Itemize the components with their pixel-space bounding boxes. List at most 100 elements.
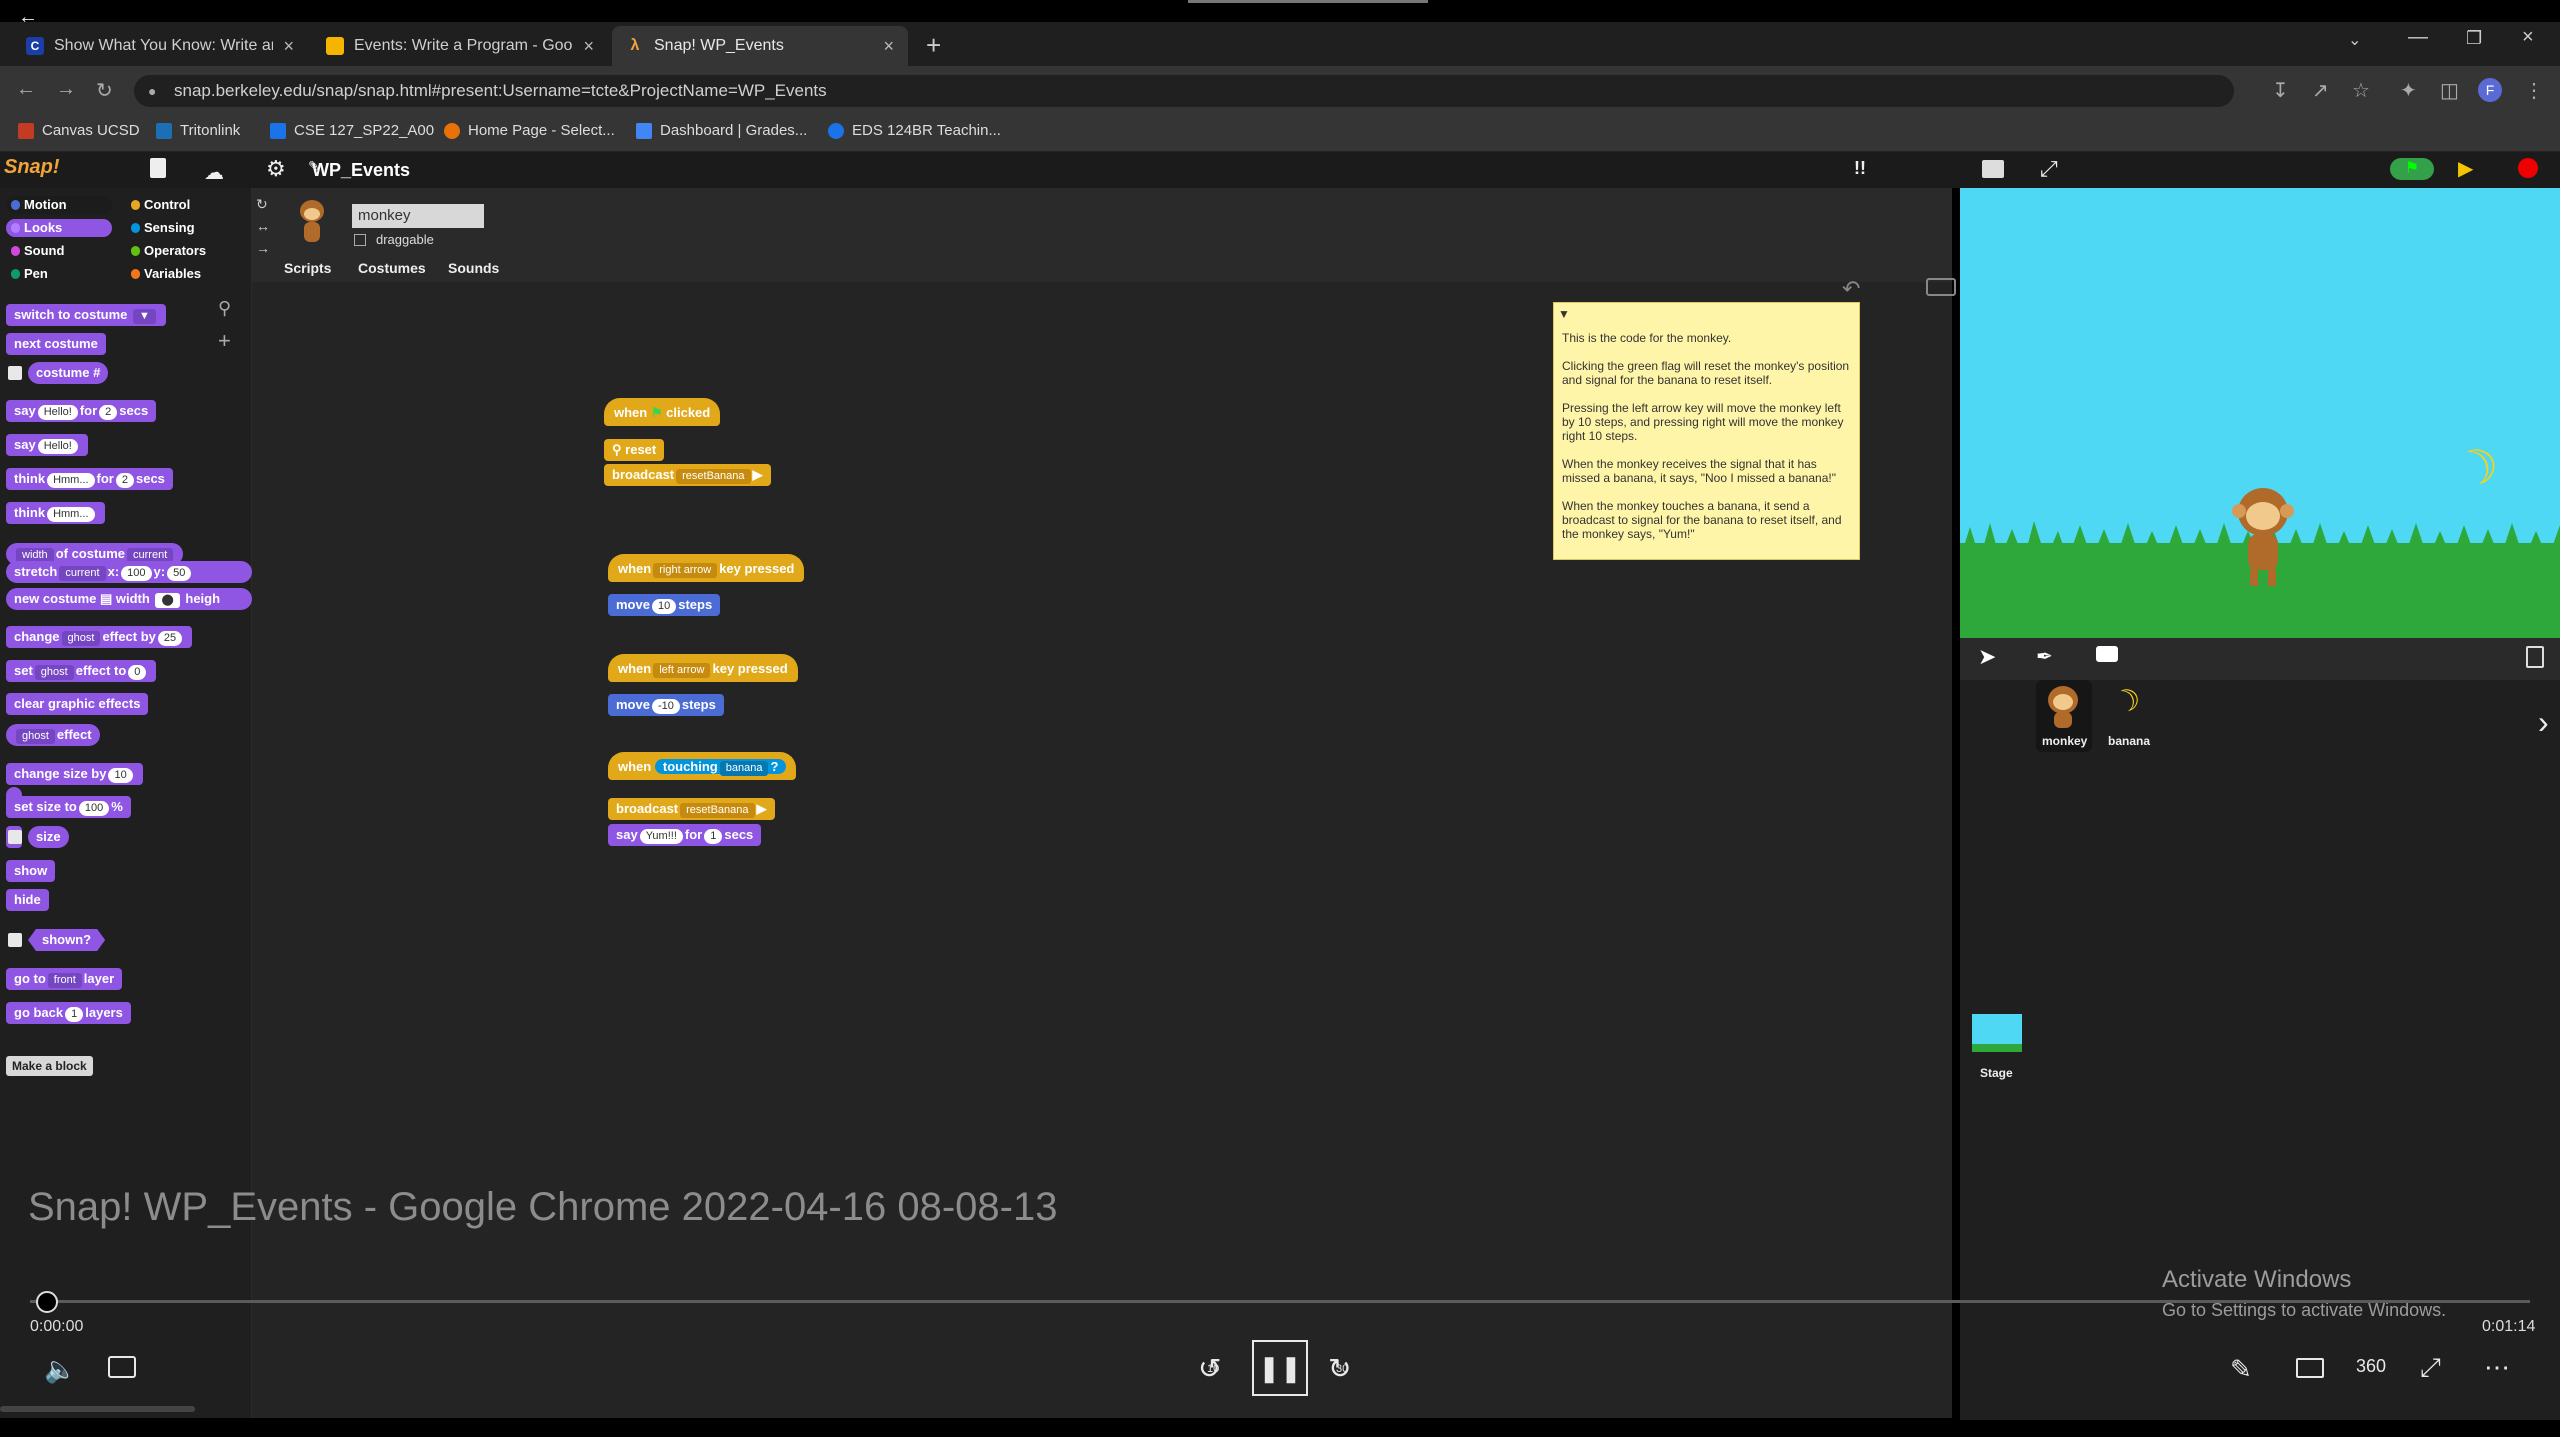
turtle-arrow-icon[interactable]: ➤ <box>1978 644 1996 670</box>
fullscreen-icon[interactable]: ⤢ <box>2040 156 2058 182</box>
tab-search-icon[interactable]: ⌄ <box>2348 30 2361 50</box>
block-change-size-by[interactable]: change size by 10 <box>6 763 143 785</box>
broadcast-reset-banana-block[interactable]: broadcast resetBanana ▶ <box>604 464 771 486</box>
block-go-back-layers[interactable]: go back 1 layers <box>6 1002 131 1024</box>
say-yum-block[interactable]: say Yum!!! for 1 secs <box>608 824 762 846</box>
sprite-name-field[interactable]: monkey <box>352 204 484 228</box>
corral-banana[interactable]: ☽ banana <box>2100 680 2156 752</box>
block-show[interactable]: show <box>6 860 56 882</box>
category-pen[interactable]: Pen <box>6 265 112 283</box>
paintbrush-icon[interactable]: ✒ <box>2036 644 2053 669</box>
category-motion[interactable]: Motion <box>6 196 112 214</box>
when-right-arrow-pressed-block[interactable]: when right arrow key pressed <box>608 554 805 582</box>
make-a-block-button[interactable]: Make a block <box>6 1056 93 1076</box>
bookmark-canvas[interactable]: Canvas UCSD <box>18 122 140 139</box>
category-variables[interactable]: Variables <box>126 265 236 283</box>
browser-tab-2[interactable]: Events: Write a Program - Googl × <box>312 26 608 66</box>
rotation-none-icon[interactable]: → <box>256 240 270 256</box>
block-go-to-layer[interactable]: go to front layer <box>6 968 123 990</box>
exit-fullscreen-icon[interactable]: ⤢ <box>2420 1352 2441 1384</box>
share-icon[interactable]: ↗ <box>2312 78 2329 103</box>
block-set-size-to[interactable]: set size to 100% <box>6 796 131 818</box>
category-looks[interactable]: Looks <box>6 219 112 237</box>
collapse-comment-icon[interactable]: ▼ <box>1558 307 1570 321</box>
volume-icon[interactable]: 🔈 <box>44 1354 76 1385</box>
more-options-icon[interactable]: ⋯ <box>2484 1352 2510 1383</box>
tab-scripts[interactable]: Scripts <box>284 260 331 276</box>
monkey-sprite[interactable] <box>2228 488 2298 588</box>
stage-size-icon[interactable] <box>1982 160 2004 178</box>
skip-back-icon[interactable]: ↺ 10 <box>1198 1352 1221 1385</box>
move-minus-10-steps-block[interactable]: move -10 steps <box>608 694 724 716</box>
captions-icon[interactable] <box>108 1356 136 1378</box>
stage-thumbnail[interactable] <box>1972 1014 2022 1052</box>
block-set-effect-to[interactable]: set ghost effect to 0 <box>6 660 157 682</box>
block-next-costume[interactable]: next costume <box>6 333 106 355</box>
block-think-for-secs[interactable]: think Hmm... for 2 secs <box>6 468 173 490</box>
close-tab-icon[interactable]: × <box>583 36 594 57</box>
bookmark-eds124br[interactable]: EDS 124BR Teachin... <box>828 122 1001 139</box>
menu-icon[interactable]: ⋮ <box>2524 78 2544 103</box>
turbo-icon[interactable]: !! <box>1854 158 1866 179</box>
block-stretch[interactable]: stretch current x: 100 y: 50 <box>6 561 252 583</box>
keyboard-icon[interactable] <box>1926 278 1956 296</box>
360-view-icon[interactable]: 360 <box>2356 1356 2386 1377</box>
close-window-button[interactable]: × <box>2522 26 2534 49</box>
back-icon[interactable]: ← <box>16 78 36 101</box>
reload-icon[interactable]: ↻ <box>96 78 113 103</box>
seek-knob[interactable] <box>36 1291 58 1313</box>
cloud-icon[interactable]: ☁ <box>204 160 224 185</box>
mini-player-icon[interactable] <box>2296 1358 2324 1378</box>
skip-forward-icon[interactable]: ↻ 30 <box>1328 1352 1351 1385</box>
palette-plus-icon[interactable]: + <box>218 328 231 354</box>
category-operators[interactable]: Operators <box>126 242 236 260</box>
block-change-effect-by[interactable]: change ghost effect by 25 <box>6 626 193 648</box>
pause-playback-button[interactable]: ❚❚ <box>1252 1340 1308 1396</box>
browser-tab-1[interactable]: C Show What You Know: Write and × <box>12 26 308 66</box>
banana-sprite[interactable]: ☽ <box>2448 434 2508 501</box>
block-say[interactable]: say Hello! <box>6 434 88 456</box>
install-icon[interactable]: ↧ <box>2272 78 2289 103</box>
block-size[interactable]: size <box>28 826 69 848</box>
draggable-checkbox[interactable] <box>354 234 366 246</box>
file-menu-icon[interactable] <box>150 158 166 178</box>
block-costume-number[interactable]: costume # <box>28 362 109 384</box>
bookmark-tritonlink[interactable]: Tritonlink <box>156 122 240 139</box>
bookmark-dashboard[interactable]: Dashboard | Grades... <box>636 122 807 139</box>
size-checkbox[interactable] <box>8 830 22 844</box>
snap-logo[interactable]: Snap! <box>4 156 60 179</box>
stop-button[interactable] <box>2518 158 2538 178</box>
edit-pencil-icon[interactable]: ✎ <box>2230 1354 2252 1385</box>
block-think[interactable]: think Hmm... <box>6 502 105 524</box>
broadcast-reset-banana-block-2[interactable]: broadcast resetBanana ▶ <box>608 798 775 820</box>
shown-checkbox[interactable] <box>8 933 22 947</box>
category-sensing[interactable]: Sensing <box>126 219 236 237</box>
block-new-costume[interactable]: new costume ▤ width ⬤ heigh <box>6 588 252 610</box>
side-panel-icon[interactable]: ◫ <box>2440 78 2459 103</box>
reset-block[interactable]: ⚲ reset <box>604 439 665 461</box>
undo-icon[interactable]: ↶ <box>1842 276 1860 302</box>
extensions-icon[interactable]: ✦ <box>2400 78 2417 103</box>
script-comment[interactable]: ▼ This is the code for the monkey. Click… <box>1553 302 1860 560</box>
when-touching-banana-block[interactable]: when touching banana? <box>608 752 797 780</box>
pause-button[interactable]: ▶ <box>2458 156 2473 181</box>
close-tab-icon[interactable]: × <box>283 36 294 57</box>
block-switch-to-costume[interactable]: switch to costume ▼ <box>6 304 166 326</box>
settings-gear-icon[interactable]: ⚙ <box>266 156 286 182</box>
bookmark-home-page[interactable]: Home Page - Select... <box>444 122 615 139</box>
bookmark-star-icon[interactable]: ☆ <box>2352 78 2370 103</box>
block-shown[interactable]: shown? <box>28 929 105 951</box>
stage[interactable]: ☽ <box>1960 188 2560 638</box>
browser-tab-3[interactable]: λ Snap! WP_Events × <box>612 26 908 66</box>
address-bar[interactable]: ● snap.berkeley.edu/snap/snap.html#prese… <box>134 75 2234 107</box>
seek-bar[interactable] <box>30 1300 2530 1303</box>
new-tab-button[interactable]: + <box>926 30 941 61</box>
bookmark-cse127[interactable]: CSE 127_SP22_A00 <box>270 122 434 139</box>
block-say-for-secs[interactable]: say Hello! for 2 secs <box>6 400 157 422</box>
when-flag-clicked-block[interactable]: when ⚑ clicked <box>604 398 721 426</box>
block-hide[interactable]: hide <box>6 889 49 911</box>
block-clear-graphic-effects[interactable]: clear graphic effects <box>6 693 149 715</box>
trash-icon[interactable] <box>2526 646 2544 668</box>
category-control[interactable]: Control <box>126 196 236 214</box>
rotation-style-icon[interactable]: ↻ <box>256 196 268 213</box>
